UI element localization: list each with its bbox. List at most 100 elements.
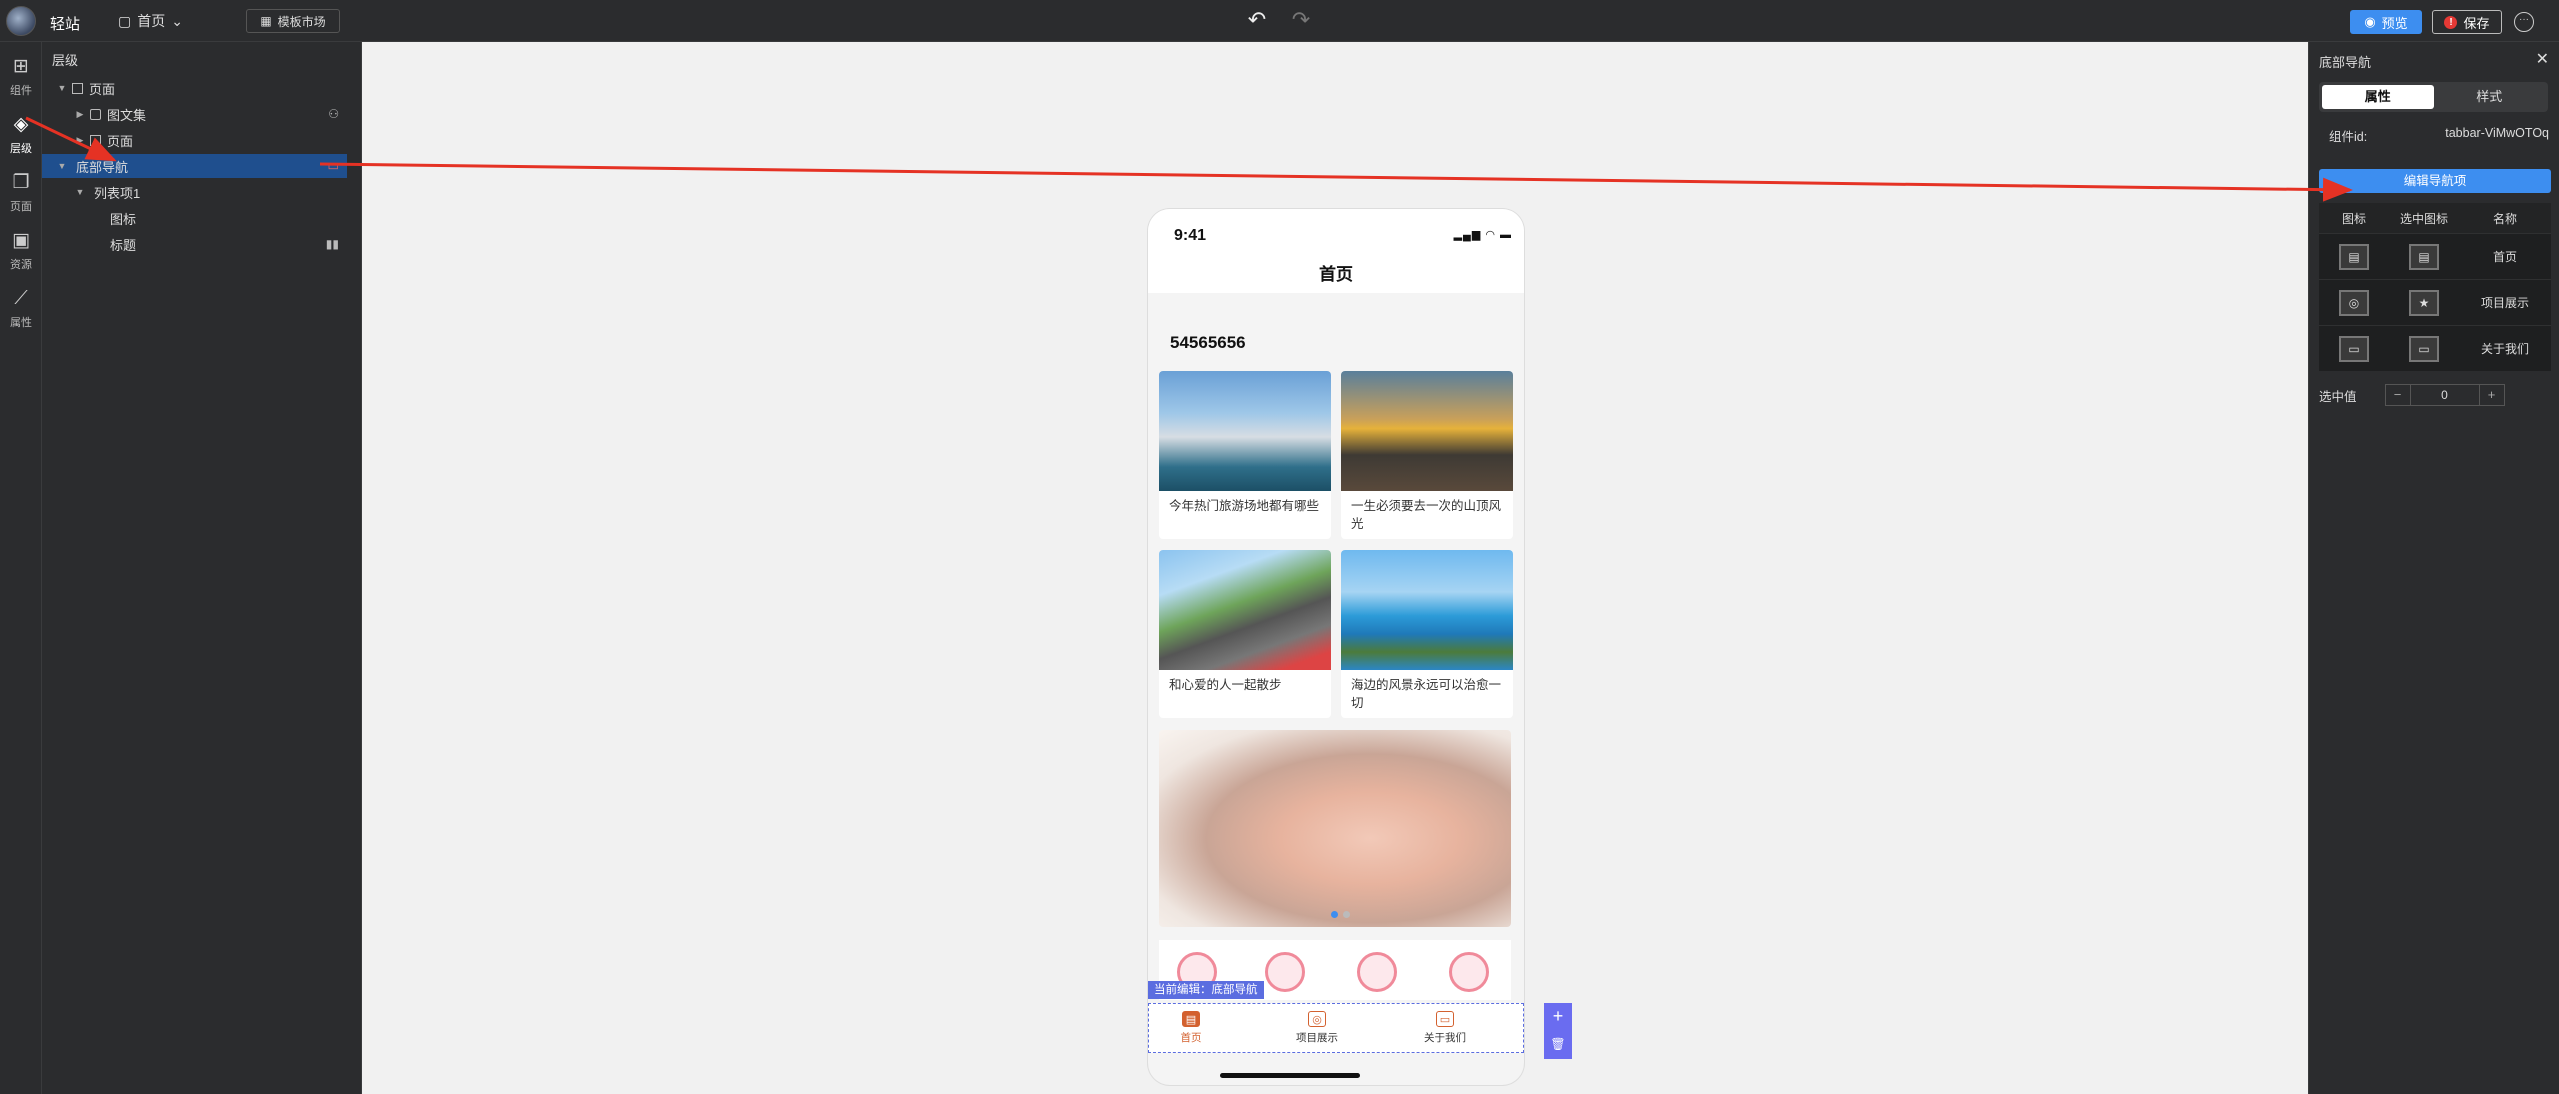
app-logo: [6, 6, 36, 36]
avatar[interactable]: [1449, 952, 1489, 992]
article-card[interactable]: 海边的风景永远可以治愈一切: [1341, 550, 1513, 718]
panel-tabs: 属性 样式: [2319, 82, 2548, 112]
message-icon[interactable]: ▭: [2409, 335, 2439, 362]
tree-item-icon[interactable]: 图标: [42, 206, 347, 230]
hierarchy-icon[interactable]: ⚇: [328, 107, 339, 121]
home-indicator: [1220, 1073, 1360, 1078]
column-header: 选中图标: [2399, 211, 2448, 226]
redo-icon[interactable]: ↷: [1288, 9, 1314, 33]
tab-home[interactable]: ▤ 首页: [1151, 1011, 1231, 1045]
chevron-down-icon: ⌄: [171, 12, 183, 29]
tree-item-subpage[interactable]: ▶ 页面: [42, 128, 347, 152]
article-card[interactable]: 今年热门旅游场地都有哪些: [1159, 371, 1331, 539]
star-badge-icon[interactable]: ★: [2409, 289, 2439, 316]
card-image: [1159, 550, 1331, 670]
minus-icon[interactable]: −: [2386, 385, 2410, 405]
save-label: 保存: [2463, 15, 2490, 31]
more-icon[interactable]: ···: [2514, 12, 2534, 32]
eye-icon: ◉: [2364, 14, 2376, 29]
app-brand: 轻站: [50, 16, 81, 33]
page-select[interactable]: ▢ 首页 ⌄: [118, 9, 183, 33]
component-id-row: 组件id: tabbar-ViMwOTOq: [2329, 126, 2549, 145]
article-card[interactable]: 和心爱的人一起散步: [1159, 550, 1331, 718]
tabbar-node-icon: ▭: [327, 159, 339, 173]
tab-projects[interactable]: ◎ 项目展示: [1277, 1011, 1357, 1045]
add-icon[interactable]: +: [1544, 1003, 1572, 1031]
column-header: 名称: [2492, 211, 2517, 226]
rail-item-label: 组件: [10, 85, 32, 97]
rail-item-resources[interactable]: ▣ 资源: [0, 222, 42, 274]
rail-item-label: 属性: [10, 317, 32, 329]
tree-item-page[interactable]: ▼ 页面: [42, 76, 347, 100]
badge-icon[interactable]: ◎: [2339, 289, 2369, 316]
component-id-value: tabbar-ViMwOTOq: [2445, 126, 2549, 140]
carousel-dot[interactable]: [1343, 911, 1350, 918]
card-image: [1159, 371, 1331, 491]
rail-item-components[interactable]: ⊞ 组件: [0, 48, 42, 100]
edit-nav-items-button[interactable]: 编辑导航项: [2319, 169, 2551, 193]
preview-label: 预览: [2381, 15, 2408, 31]
caret-down-icon[interactable]: ▼: [56, 83, 68, 93]
contact-card-icon[interactable]: ▤: [2339, 243, 2369, 270]
article-card[interactable]: 一生必须要去一次的山顶风光: [1341, 371, 1513, 539]
selected-value-label: 选中值: [2319, 389, 2357, 404]
grid-icon: ⊞: [13, 56, 29, 77]
status-bar: 9:41 ▂▄▆ ◠ ▬: [1148, 209, 1524, 253]
tree-item-tabbar[interactable]: ▼ 底部导航 ▭: [42, 154, 347, 178]
table-header: 图标 选中图标 名称: [2319, 203, 2551, 233]
avatar[interactable]: [1357, 952, 1397, 992]
table-row: ▤ ▤ 首页: [2319, 233, 2551, 279]
tab-about[interactable]: ▭ 关于我们: [1405, 1011, 1485, 1045]
rail-item-label: 页面: [10, 201, 32, 213]
save-button[interactable]: ! 保存: [2432, 10, 2502, 34]
card-caption: 和心爱的人一起散步: [1169, 678, 1282, 692]
section-title: 54565656: [1170, 333, 1246, 352]
template-market-button[interactable]: ▦ 模板市场: [246, 9, 340, 33]
selected-value-stepper[interactable]: − 0 +: [2384, 384, 2505, 406]
tab-style[interactable]: 样式: [2434, 85, 2546, 109]
caret-down-icon[interactable]: ▼: [56, 161, 68, 171]
plus-icon[interactable]: +: [2480, 385, 2504, 405]
carousel-dots: [1331, 911, 1350, 918]
tab-label: 首页: [1180, 1032, 1202, 1044]
template-icon: ▦: [260, 14, 272, 28]
tree-item-label: 标题: [110, 237, 137, 253]
rail-item-label: 层级: [10, 143, 32, 155]
message-icon[interactable]: ▭: [2339, 335, 2369, 362]
rail-item-layers[interactable]: ◈ 层级: [0, 106, 42, 158]
banner-carousel[interactable]: [1159, 730, 1511, 927]
tree-item-list-item[interactable]: ▼ 列表项1: [42, 180, 347, 204]
avatar[interactable]: [1265, 952, 1305, 992]
rail-item-pages[interactable]: ❐ 页面: [0, 164, 42, 216]
nav-items-table: 图标 选中图标 名称 ▤ ▤ 首页 ◎ ★ 项目展示 ▭ ▭ 关于我们: [2319, 203, 2551, 371]
preview-button[interactable]: ◉ 预览: [2350, 10, 2422, 34]
selected-value-row: 选中值 − 0 +: [2319, 384, 2505, 406]
tab-properties[interactable]: 属性: [2322, 85, 2434, 109]
layers-title: 层级: [52, 53, 79, 68]
trash-icon[interactable]: 🗑: [1544, 1031, 1572, 1059]
rail-item-properties[interactable]: ⟋ 属性: [0, 280, 42, 332]
caret-right-icon[interactable]: ▶: [74, 135, 86, 146]
tree-item-title[interactable]: 标题 ▮▮: [42, 232, 347, 256]
caret-right-icon[interactable]: ▶: [74, 109, 86, 120]
tree-item-label: 底部导航: [76, 159, 129, 175]
bar-chart-icon[interactable]: ▮▮: [326, 237, 339, 251]
rail-item-label: 资源: [10, 259, 32, 271]
tree-item-label: 页面: [89, 81, 116, 97]
bottom-tab-bar[interactable]: ▤ 首页 ◎ 项目展示 ▭ 关于我们: [1148, 1003, 1524, 1053]
panel-title: 底部导航: [2319, 55, 2372, 70]
status-time: 9:41: [1174, 227, 1207, 244]
pages-icon: ❐: [12, 172, 30, 193]
caret-down-icon[interactable]: ▼: [74, 187, 86, 197]
selected-value-input[interactable]: 0: [2409, 385, 2480, 405]
tree-item-gallery[interactable]: ▶ 图文集 ⚇: [42, 102, 347, 126]
undo-icon[interactable]: ↶: [1244, 9, 1270, 33]
card-image: [1341, 371, 1513, 491]
carousel-dot[interactable]: [1331, 911, 1338, 918]
nav-item-name: 关于我们: [2480, 342, 2529, 356]
tab-label: 关于我们: [1424, 1032, 1466, 1044]
template-market-label: 模板市场: [277, 14, 326, 29]
close-icon[interactable]: ✕: [2536, 49, 2549, 69]
contact-card-icon[interactable]: ▤: [2409, 243, 2439, 270]
tab-label: 项目展示: [1296, 1032, 1338, 1044]
